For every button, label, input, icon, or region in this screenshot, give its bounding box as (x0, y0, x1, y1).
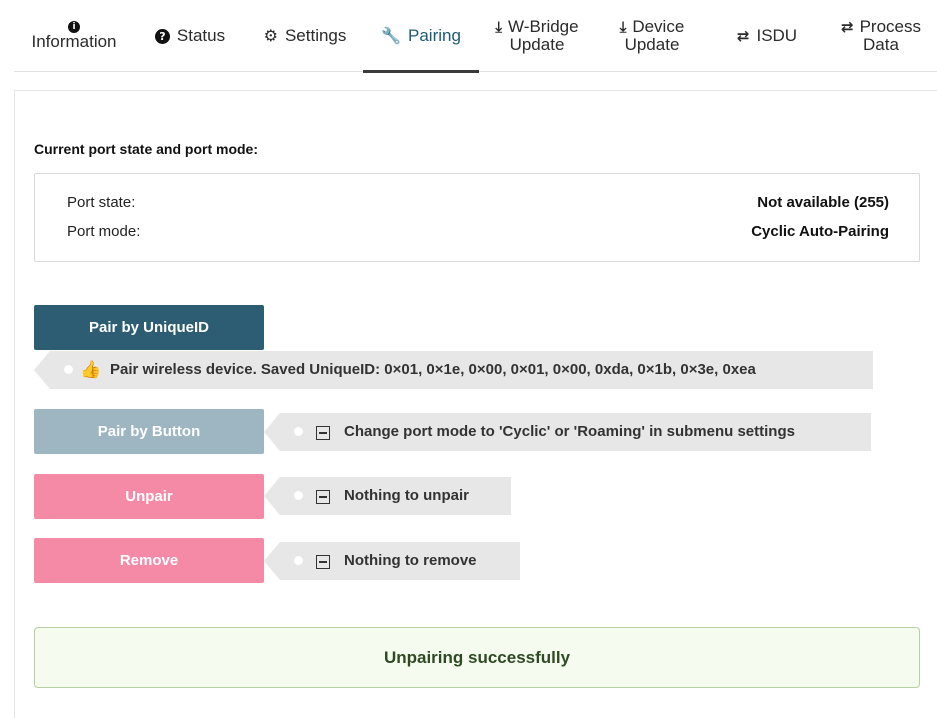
pair-by-uniqueid-button[interactable]: Pair by UniqueID (34, 305, 264, 350)
tab-isdu[interactable]: ⇄ ISDU (722, 0, 812, 72)
pill-notch (264, 413, 280, 451)
unpair-button[interactable]: Unpair (34, 474, 264, 519)
tab-pairing-label: Pairing (408, 26, 461, 45)
tab-device-update[interactable]: ⤓ Device Update (600, 0, 704, 72)
pair-button-info: Change port mode to 'Cyclic' or 'Roaming… (280, 413, 871, 451)
download-icon: ⤓ (619, 17, 627, 36)
status-dot (294, 427, 303, 436)
port-state-label: Port state: (67, 194, 136, 211)
unpair-info: Nothing to unpair (280, 477, 511, 515)
tab-device-label-line1: Device (632, 17, 685, 36)
tab-wbridge-label-line1: W-Bridge (508, 17, 579, 36)
remove-info: Nothing to remove (280, 542, 520, 580)
port-mode-row: Port mode: Cyclic Auto-Pairing (67, 223, 889, 240)
minus-box-icon (316, 552, 330, 572)
success-message: Unpairing successfully (34, 627, 920, 688)
tab-status-label: Status (176, 26, 226, 45)
status-dot (64, 365, 73, 374)
status-dot (294, 491, 303, 500)
pair-uid-info-text: Pair wireless device. Saved UniqueID: 0×… (110, 361, 756, 378)
pair-by-button-button[interactable]: Pair by Button (34, 409, 264, 454)
pill-notch (264, 477, 280, 515)
tab-process-label-line2: Data (863, 35, 899, 54)
tab-settings-label: Settings (284, 26, 347, 45)
tab-isdu-label: ISDU (756, 26, 798, 45)
unpair-info-text: Nothing to unpair (344, 487, 469, 504)
tab-process-data[interactable]: ⇄ Process Data (830, 0, 932, 72)
exchange-icon: ⇄ (841, 17, 854, 36)
download-icon: ⤓ (495, 17, 503, 36)
wrench-icon: 🔧 (381, 26, 401, 45)
tab-information[interactable]: i Information (18, 0, 130, 72)
port-state-box: Port state: Not available (255) Port mod… (34, 173, 920, 262)
tab-pairing[interactable]: 🔧 Pairing (365, 0, 477, 72)
pill-notch (34, 351, 50, 389)
active-tab-indicator (363, 70, 479, 73)
tab-process-label-line1: Process (859, 17, 921, 36)
gear-icon: ⚙ (263, 26, 278, 45)
port-state-row: Port state: Not available (255) (67, 194, 889, 211)
tab-status[interactable]: ? Status (144, 0, 236, 72)
status-dot (294, 556, 303, 565)
port-mode-label: Port mode: (67, 223, 141, 240)
tab-wbridge-label-line2: Update (509, 35, 565, 54)
question-icon: ? (154, 28, 170, 44)
tab-settings[interactable]: ⚙ Settings (253, 0, 357, 72)
minus-box-icon (316, 487, 330, 507)
remove-info-text: Nothing to remove (344, 552, 477, 569)
tab-wbridge-update[interactable]: ⤓ W-Bridge Update (482, 0, 592, 72)
port-section-title: Current port state and port mode: (34, 141, 259, 157)
remove-button[interactable]: Remove (34, 538, 264, 583)
minus-box-icon (316, 423, 330, 443)
tab-information-label: Information (31, 32, 117, 51)
pair-button-info-text: Change port mode to 'Cyclic' or 'Roaming… (344, 423, 795, 440)
tab-device-label-line2: Update (624, 35, 680, 54)
exchange-icon: ⇄ (736, 26, 750, 45)
port-state-value: Not available (255) (757, 194, 889, 211)
pair-uid-info: 👍 Pair wireless device. Saved UniqueID: … (50, 351, 873, 389)
port-mode-value: Cyclic Auto-Pairing (751, 223, 889, 240)
thumbs-up-icon: 👍 (80, 360, 102, 380)
pill-notch (264, 542, 280, 580)
